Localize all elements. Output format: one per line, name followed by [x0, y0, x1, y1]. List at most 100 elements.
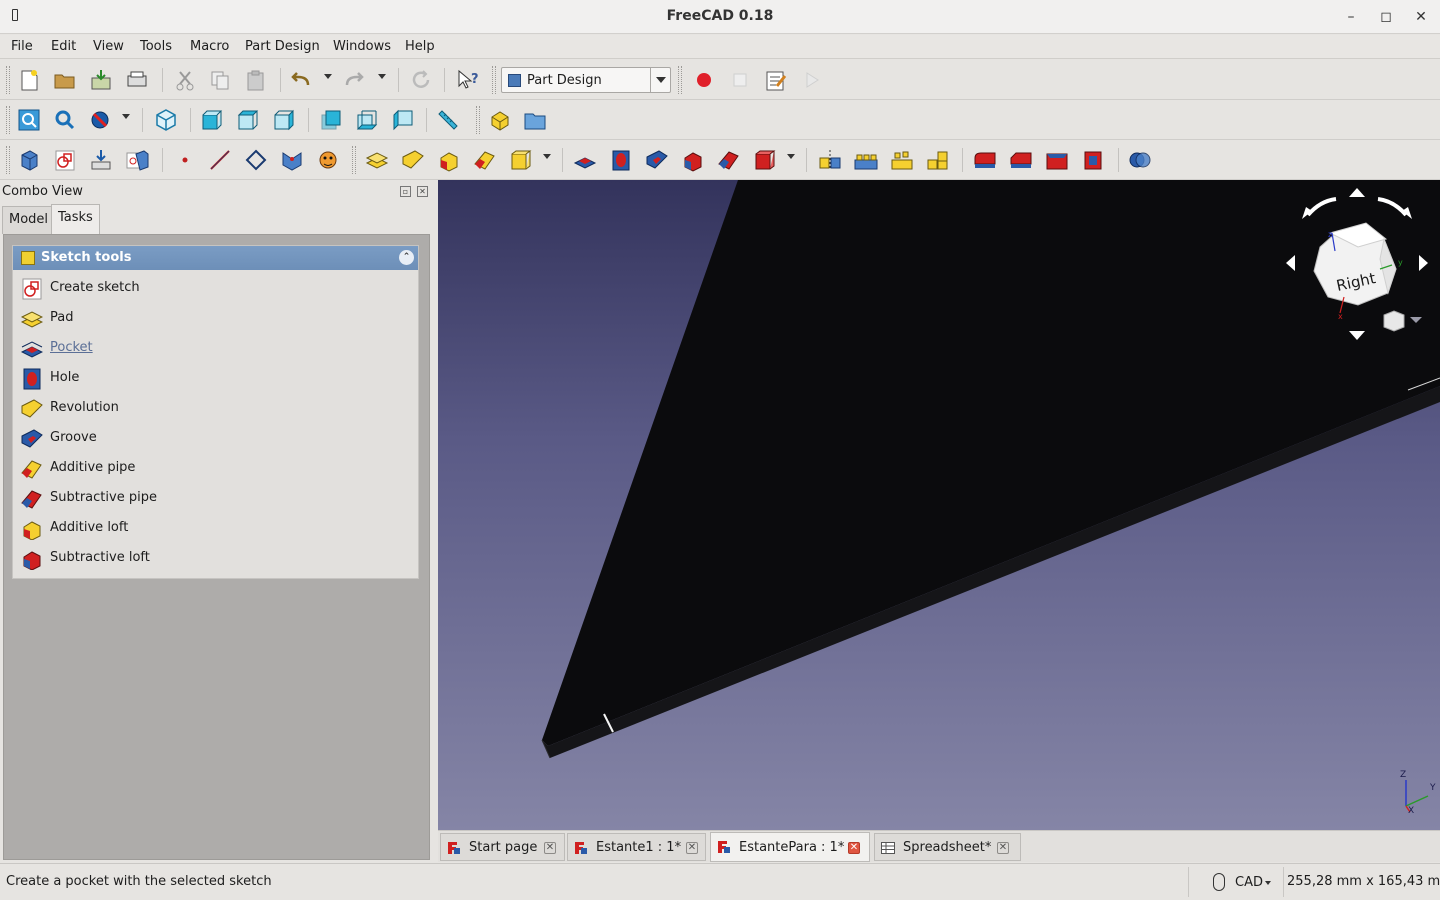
- navigation-style-button[interactable]: CAD: [1188, 867, 1281, 897]
- thickness-icon[interactable]: [1080, 148, 1106, 172]
- redo-icon[interactable]: [341, 68, 367, 92]
- datum-plane-icon[interactable]: [243, 148, 269, 172]
- workbench-select[interactable]: Part Design: [501, 67, 671, 93]
- minimize-button[interactable]: –: [1342, 8, 1360, 26]
- whats-this-icon[interactable]: ?: [455, 68, 481, 92]
- rotate-ccw-arrow-icon[interactable]: [1306, 197, 1337, 217]
- toolbar-grip[interactable]: [678, 66, 682, 94]
- additive-loft-icon[interactable]: [436, 148, 462, 172]
- multi-transform-icon[interactable]: [925, 148, 951, 172]
- record-macro-icon[interactable]: [691, 68, 717, 92]
- menu-part-design[interactable]: Part Design: [245, 39, 320, 54]
- menu-help[interactable]: Help: [405, 39, 435, 54]
- datum-line-icon[interactable]: [207, 148, 233, 172]
- front-view-icon[interactable]: [199, 108, 225, 132]
- tool-additive-loft[interactable]: Additive loft: [21, 516, 411, 542]
- close-window-button[interactable]: ✕: [1412, 8, 1430, 26]
- navigation-cube[interactable]: Right z y x: [1280, 185, 1440, 345]
- menu-file[interactable]: File: [11, 39, 33, 54]
- tab-start-page[interactable]: Start page ✕: [440, 833, 565, 861]
- undo-dropdown-icon[interactable]: [324, 74, 332, 79]
- datum-point-icon[interactable]: [172, 148, 198, 172]
- draw-style-dropdown-icon[interactable]: [122, 114, 130, 119]
- close-tab-icon[interactable]: ✕: [544, 842, 556, 854]
- float-panel-icon[interactable]: ▫: [400, 186, 411, 197]
- tool-hole[interactable]: Hole: [21, 366, 411, 392]
- fillet-icon[interactable]: [972, 148, 998, 172]
- run-macro-icon[interactable]: [799, 68, 825, 92]
- mirrored-icon[interactable]: [817, 148, 843, 172]
- maximize-button[interactable]: ◻: [1377, 8, 1395, 26]
- additive-primitive-dropdown-icon[interactable]: [543, 154, 551, 159]
- toolbar-grip[interactable]: [6, 66, 10, 94]
- draft-icon[interactable]: [1044, 148, 1070, 172]
- toolbar-grip[interactable]: [476, 106, 480, 134]
- create-part-icon[interactable]: [522, 108, 548, 132]
- collapse-icon[interactable]: ⌃: [399, 250, 414, 265]
- tool-create-sketch[interactable]: Create sketch: [21, 276, 411, 302]
- refresh-icon[interactable]: [408, 68, 434, 92]
- tool-subtractive-loft[interactable]: Subtractive loft: [21, 546, 411, 572]
- toolbar-grip[interactable]: [6, 106, 10, 134]
- draw-style-icon[interactable]: [88, 108, 114, 132]
- create-body-icon[interactable]: [487, 108, 513, 132]
- fit-selection-icon[interactable]: [52, 108, 78, 132]
- tool-pocket[interactable]: Pocket: [21, 336, 411, 362]
- redo-dropdown-icon[interactable]: [378, 74, 386, 79]
- edit-macro-icon[interactable]: [763, 68, 789, 92]
- tool-additive-pipe[interactable]: Additive pipe: [21, 456, 411, 482]
- create-sketch-icon[interactable]: [52, 148, 78, 172]
- save-document-icon[interactable]: [88, 68, 114, 92]
- polar-pattern-icon[interactable]: [889, 148, 915, 172]
- pocket-icon[interactable]: [572, 148, 598, 172]
- copy-icon[interactable]: [207, 68, 233, 92]
- rotate-left-arrow-icon[interactable]: [1286, 255, 1295, 271]
- paste-icon[interactable]: [243, 68, 269, 92]
- hole-icon[interactable]: [608, 148, 634, 172]
- open-document-icon[interactable]: [52, 68, 78, 92]
- close-tab-icon[interactable]: ✕: [848, 842, 860, 854]
- additive-pipe-icon[interactable]: [472, 148, 498, 172]
- close-panel-icon[interactable]: ✕: [417, 186, 428, 197]
- chevron-down-icon[interactable]: [1410, 317, 1422, 323]
- tool-revolution[interactable]: Revolution: [21, 396, 411, 422]
- menu-windows[interactable]: Windows: [333, 39, 391, 54]
- fit-all-icon[interactable]: [16, 108, 42, 132]
- boolean-icon[interactable]: [1127, 148, 1153, 172]
- view-menu-cube-icon[interactable]: [1383, 310, 1405, 332]
- validate-sketch-icon[interactable]: [88, 148, 114, 172]
- stop-macro-icon[interactable]: [727, 68, 753, 92]
- tool-subtractive-pipe[interactable]: Subtractive pipe: [21, 486, 411, 512]
- close-tab-icon[interactable]: ✕: [686, 842, 698, 854]
- chevron-down-icon[interactable]: [650, 68, 670, 92]
- tab-estante1[interactable]: Estante1 : 1* ✕: [567, 833, 706, 861]
- additive-box-icon[interactable]: [508, 148, 534, 172]
- menu-edit[interactable]: Edit: [51, 39, 76, 54]
- print-icon[interactable]: [124, 68, 150, 92]
- revolution-icon[interactable]: [400, 148, 426, 172]
- rotate-up-arrow-icon[interactable]: [1349, 188, 1365, 197]
- tool-groove[interactable]: Groove: [21, 426, 411, 452]
- left-view-icon[interactable]: [390, 108, 416, 132]
- menu-macro[interactable]: Macro: [190, 39, 229, 54]
- groove-icon[interactable]: [644, 148, 670, 172]
- chamfer-icon[interactable]: [1008, 148, 1034, 172]
- pad-icon[interactable]: [364, 148, 390, 172]
- isometric-view-icon[interactable]: [153, 108, 179, 132]
- close-tab-icon[interactable]: ✕: [997, 842, 1009, 854]
- clone-icon[interactable]: [315, 148, 341, 172]
- subtractive-pipe-icon[interactable]: [716, 148, 742, 172]
- toolbar-grip[interactable]: [352, 146, 356, 174]
- menu-view[interactable]: View: [93, 39, 124, 54]
- sketch-tools-header[interactable]: Sketch tools ⌃: [13, 246, 418, 270]
- local-coordinate-system-icon[interactable]: [279, 148, 305, 172]
- tab-tasks[interactable]: Tasks: [51, 204, 100, 235]
- tab-estantepara[interactable]: EstantePara : 1* ✕: [710, 832, 870, 862]
- top-view-icon[interactable]: [235, 108, 261, 132]
- right-view-icon[interactable]: [271, 108, 297, 132]
- rotate-right-arrow-icon[interactable]: [1419, 255, 1428, 271]
- tab-model[interactable]: Model: [2, 206, 56, 234]
- toolbar-grip[interactable]: [492, 66, 496, 94]
- subtractive-box-icon[interactable]: [752, 148, 778, 172]
- rotate-down-arrow-icon[interactable]: [1349, 331, 1365, 340]
